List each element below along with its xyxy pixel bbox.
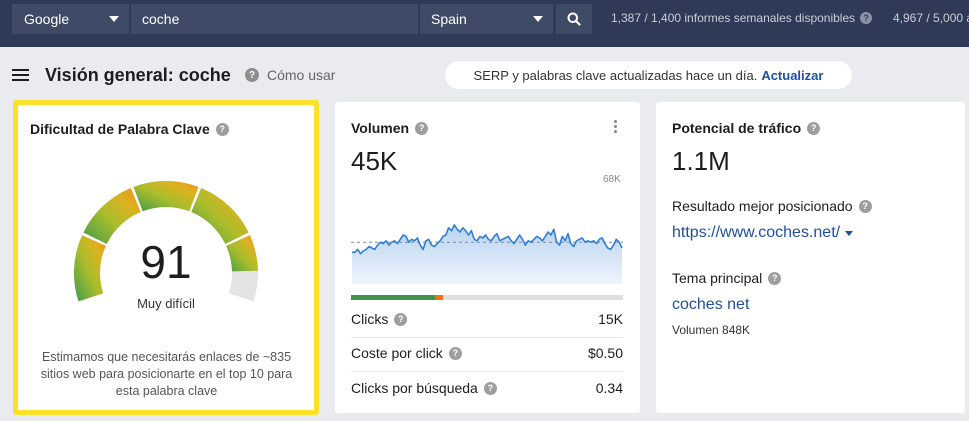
- volume-card-title: Volumen ?: [351, 120, 429, 136]
- metric-value: 15K: [598, 311, 623, 327]
- help-icon[interactable]: ?: [215, 122, 229, 136]
- top-result-url: https://www.coches.net/: [672, 224, 841, 241]
- chevron-down-icon: [533, 16, 543, 22]
- menu-icon[interactable]: [12, 69, 29, 81]
- country-select[interactable]: Spain: [419, 4, 553, 34]
- gauge-segment-fill: [74, 235, 106, 302]
- search-icon: [567, 12, 581, 26]
- traffic-value: 1.1M: [672, 146, 730, 176]
- difficulty-gauge: 91 Muy difícil: [74, 181, 258, 311]
- gauge-segment-fill: [133, 181, 199, 212]
- help-icon[interactable]: ?: [394, 312, 408, 326]
- metric-label: Clicks: [351, 311, 389, 327]
- metric-label: Coste por click: [351, 345, 443, 361]
- parent-topic-volume: Volumen 848K: [672, 323, 751, 337]
- gauge-segment-fill: [191, 188, 249, 244]
- keyword-input[interactable]: coche: [131, 4, 418, 34]
- search-engine-select[interactable]: Google: [12, 4, 130, 34]
- kd-title-text: Dificultad de Palabra Clave: [30, 121, 210, 137]
- kd-level-label: Muy difícil: [137, 296, 195, 311]
- traffic-title-text: Potencial de tráfico: [672, 120, 802, 136]
- volume-trend-chart: [351, 224, 623, 284]
- help-icon[interactable]: ?: [415, 121, 429, 135]
- search-engine-value: Google: [24, 11, 70, 27]
- paid-clicks-bar: [435, 295, 444, 300]
- refresh-link[interactable]: Actualizar: [761, 68, 823, 83]
- volume-area: [352, 224, 622, 284]
- help-icon[interactable]: ?: [858, 199, 872, 213]
- divider: [351, 337, 623, 338]
- how-to-use-link[interactable]: ? Cómo usar: [245, 67, 335, 83]
- help-icon[interactable]: ?: [807, 121, 821, 135]
- metric-value: 0.34: [595, 380, 623, 396]
- help-icon[interactable]: ?: [860, 12, 873, 24]
- country-value: Spain: [431, 11, 467, 27]
- volume-title-text: Volumen: [351, 120, 410, 136]
- chevron-down-icon: [109, 16, 119, 22]
- divider: [351, 371, 623, 372]
- parent-topic-label-text: Tema principal: [672, 270, 763, 286]
- weekly-reports-stat: 1,387 / 1,400 informes semanales disponi…: [611, 11, 873, 25]
- help-icon: ?: [245, 68, 259, 82]
- volume-value: 45K: [351, 146, 398, 176]
- metric-clicks: Clicks? 15K: [351, 309, 623, 329]
- page-title: Visión general: coche: [45, 65, 231, 85]
- update-notice: SERP y palabras clave actualizadas hace …: [445, 61, 852, 89]
- help-icon[interactable]: ?: [483, 381, 497, 395]
- chevron-down-icon: [845, 230, 854, 236]
- kd-description: Estimamos que necesitarás enlaces de ~83…: [40, 350, 293, 398]
- help-icon[interactable]: ?: [448, 346, 462, 360]
- volume-axis-max: 68K: [603, 174, 621, 185]
- help-icon[interactable]: ?: [768, 271, 782, 285]
- volume-card: Volumen ? 45K 68K Clicks? 15K Coste por …: [335, 102, 640, 413]
- top-result-label: Resultado mejor posicionado ?: [672, 198, 872, 214]
- traffic-card-title: Potencial de tráfico ?: [672, 120, 821, 136]
- metric-label: Clicks por búsqueda: [351, 380, 478, 396]
- traffic-potential-card: Potencial de tráfico ? 1.1M Resultado me…: [656, 102, 965, 413]
- more-options-icon[interactable]: [614, 120, 617, 135]
- credits-stat: 4,967 / 5,000 a: [893, 11, 969, 25]
- top-result-url-link[interactable]: https://www.coches.net/: [672, 224, 854, 242]
- keyword-value: coche: [142, 11, 180, 27]
- kd-score: 91: [140, 236, 191, 288]
- top-search-bar: Google coche Spain 1,387 / 1,400 informe…: [0, 0, 969, 47]
- parent-topic: coches net: [672, 296, 750, 313]
- parent-topic-link[interactable]: coches net: [672, 296, 749, 314]
- notice-text: SERP y palabras clave actualizadas hace …: [473, 67, 758, 83]
- top-result-label-text: Resultado mejor posicionado: [672, 198, 853, 214]
- keyword-difficulty-card: Dificultad de Palabra Clave ? 91 Muy dif…: [13, 100, 319, 415]
- metric-clicks-per-search: Clicks por búsqueda? 0.34: [351, 378, 623, 398]
- weekly-reports-text: 1,387 / 1,400 informes semanales disponi…: [611, 11, 856, 25]
- how-to-use-label: Cómo usar: [267, 67, 336, 83]
- gauge-segment-fill: [83, 188, 141, 244]
- credits-text: 4,967 / 5,000 a: [893, 11, 969, 25]
- organic-clicks-bar: [351, 295, 436, 300]
- clicks-distribution-bar: [351, 295, 623, 300]
- parent-topic-label: Tema principal ?: [672, 270, 782, 286]
- search-button[interactable]: [556, 4, 592, 34]
- metric-cpc: Coste por click? $0.50: [351, 343, 623, 363]
- metric-value: $0.50: [587, 345, 623, 361]
- kd-card-title: Dificultad de Palabra Clave ?: [30, 121, 229, 137]
